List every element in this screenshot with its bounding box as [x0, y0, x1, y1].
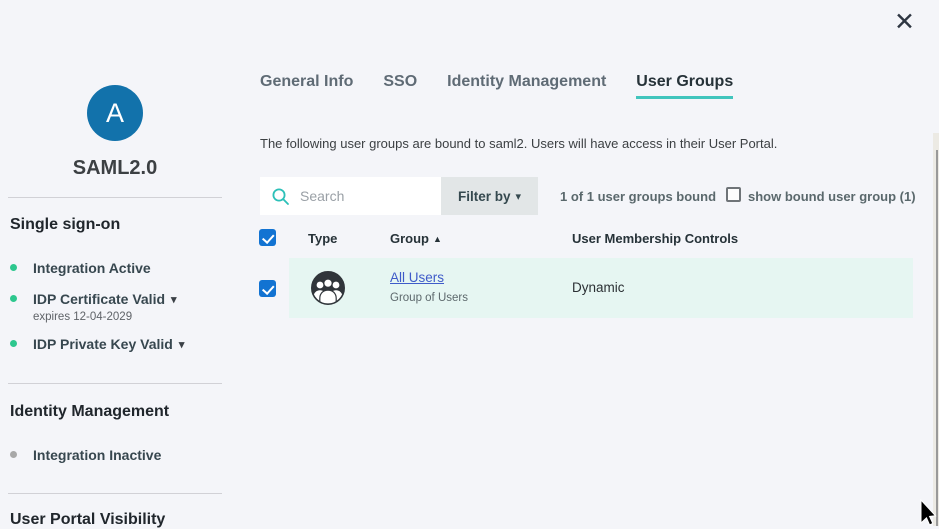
chevron-down-icon[interactable]: ▾	[171, 294, 177, 306]
group-name-link[interactable]: All Users	[390, 270, 444, 285]
status-dot-key	[10, 340, 17, 347]
tab-sso[interactable]: SSO	[383, 73, 417, 99]
show-bound-checkbox[interactable]	[726, 187, 741, 202]
tab-general-info[interactable]: General Info	[260, 73, 353, 99]
bound-count-text: 1 of 1 user groups bound	[560, 189, 716, 204]
column-header-group[interactable]: Group▲	[390, 231, 442, 246]
show-bound-label[interactable]: show bound user group (1)	[748, 189, 916, 204]
search-icon	[271, 187, 290, 206]
membership-value: Dynamic	[572, 280, 625, 295]
page-title: SAML2.0	[0, 157, 230, 180]
scrollbar-thumb[interactable]	[936, 150, 938, 526]
mouse-cursor	[916, 498, 939, 526]
divider	[8, 197, 222, 198]
column-header-type: Type	[308, 231, 337, 246]
filter-by-button[interactable]: Filter by ▾	[441, 177, 538, 215]
status-dot-inactive	[10, 451, 17, 458]
column-header-membership: User Membership Controls	[572, 231, 738, 246]
status-integration-active: Integration Active	[33, 260, 151, 276]
close-icon[interactable]: ✕	[894, 10, 915, 35]
status-dot-cert	[10, 295, 17, 302]
chevron-down-icon: ▾	[515, 190, 521, 203]
select-all-checkbox[interactable]	[259, 229, 276, 246]
search-input[interactable]	[298, 187, 428, 205]
tab-bar: General Info SSO Identity Management Use…	[260, 73, 733, 99]
tab-identity-management[interactable]: Identity Management	[447, 73, 606, 99]
chevron-down-icon[interactable]: ▾	[179, 339, 185, 351]
divider	[8, 383, 222, 384]
row-checkbox[interactable]	[259, 280, 276, 297]
sort-ascending-icon: ▲	[433, 234, 442, 244]
status-idp-private-key[interactable]: IDP Private Key Valid▾	[33, 336, 184, 352]
status-integration-inactive: Integration Inactive	[33, 447, 161, 463]
divider	[8, 493, 222, 494]
avatar-letter: A	[106, 98, 124, 129]
section-heading-identity-management: Identity Management	[10, 403, 169, 421]
cert-expiry-note: expires 12-04-2029	[33, 311, 132, 323]
section-heading-user-portal-visibility: User Portal Visibility	[10, 511, 165, 529]
section-heading-sso: Single sign-on	[10, 216, 120, 234]
status-dot-active	[10, 264, 17, 271]
search-box[interactable]	[260, 177, 441, 215]
group-subtitle: Group of Users	[390, 292, 468, 304]
avatar: A	[87, 85, 143, 141]
bound-groups-description: The following user groups are bound to s…	[260, 136, 777, 151]
tab-user-groups[interactable]: User Groups	[636, 73, 733, 99]
status-idp-certificate[interactable]: IDP Certificate Valid▾	[33, 291, 177, 307]
group-of-users-icon	[309, 269, 347, 307]
